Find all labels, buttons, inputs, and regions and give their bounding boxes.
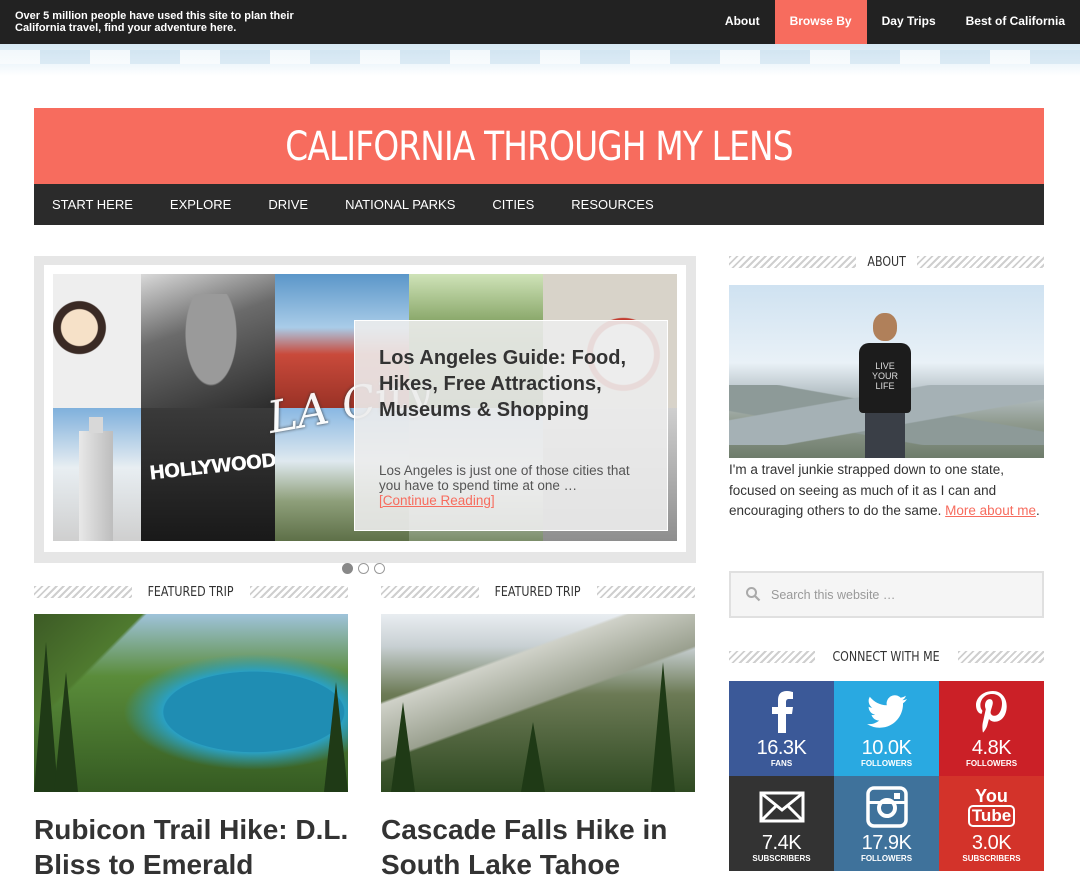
social-twitter[interactable]: 10.0K FOLLOWERS bbox=[834, 681, 939, 776]
more-about-me-link[interactable]: More about me bbox=[945, 503, 1036, 518]
mail-icon bbox=[729, 784, 834, 830]
stripe-decoration bbox=[34, 586, 133, 598]
featured-trip-title-1[interactable]: Rubicon Trail Hike: D.L. Bliss to Emeral… bbox=[34, 812, 354, 882]
slide-excerpt: Los Angeles is just one of those cities … bbox=[379, 463, 649, 508]
tree-shape bbox=[391, 702, 415, 792]
tree-shape bbox=[521, 722, 545, 792]
collage-tile-city-hall bbox=[53, 408, 141, 541]
social-email[interactable]: 7.4K SUBSCRIBERS bbox=[729, 776, 834, 871]
youtube-unit: SUBSCRIBERS bbox=[962, 854, 1021, 863]
nav-national-parks[interactable]: NATIONAL PARKS bbox=[345, 184, 455, 225]
nav-start-here[interactable]: START HERE bbox=[52, 184, 133, 225]
tree-shape bbox=[324, 682, 348, 792]
pinterest-unit: FOLLOWERS bbox=[965, 759, 1018, 768]
facebook-unit: FANS bbox=[770, 759, 793, 768]
facebook-count: 16.3K bbox=[756, 737, 807, 759]
shirt-text: LIVE YOUR LIFE bbox=[871, 361, 898, 391]
featured-trip-header-2: FEATURED TRIP bbox=[381, 583, 696, 601]
pinterest-count: 4.8K bbox=[971, 737, 1012, 759]
continue-reading-link[interactable]: [Continue Reading] bbox=[379, 493, 495, 508]
instagram-count: 17.9K bbox=[861, 832, 912, 854]
author-head bbox=[873, 313, 897, 341]
youtube-icon: You Tube bbox=[939, 784, 1044, 830]
slider-dot-3[interactable] bbox=[374, 563, 385, 574]
pinterest-icon bbox=[939, 689, 1044, 735]
about-end-punct: . bbox=[1035, 503, 1040, 518]
collage-tile-dessert bbox=[53, 274, 141, 408]
slider-dot-1[interactable] bbox=[342, 563, 353, 574]
search-input[interactable] bbox=[771, 585, 1031, 605]
top-nav-browse-by[interactable]: Browse By bbox=[774, 0, 867, 44]
nav-cities[interactable]: CITIES bbox=[492, 184, 534, 225]
connect-label: CONNECT WITH ME bbox=[832, 649, 941, 665]
author-legs bbox=[865, 413, 905, 458]
top-bar: Over 5 million people have used this sit… bbox=[0, 0, 1080, 44]
social-youtube[interactable]: You Tube 3.0K SUBSCRIBERS bbox=[939, 776, 1044, 871]
about-text: I'm a travel junkie strapped down to one… bbox=[729, 460, 1044, 522]
site-tagline: Over 5 million people have used this sit… bbox=[15, 10, 294, 34]
youtube-count: 3.0K bbox=[971, 832, 1012, 854]
facebook-icon bbox=[729, 689, 834, 735]
author-shirt: LIVE YOUR LIFE bbox=[859, 343, 911, 413]
collage-tile-statue bbox=[141, 274, 275, 408]
top-nav-about[interactable]: About bbox=[703, 0, 775, 44]
twitter-count: 10.0K bbox=[861, 737, 912, 759]
nav-drive[interactable]: DRIVE bbox=[268, 184, 308, 225]
featured-trip-label: FEATURED TRIP bbox=[148, 584, 234, 600]
social-facebook[interactable]: 16.3K FANS bbox=[729, 681, 834, 776]
featured-trip-label: FEATURED TRIP bbox=[495, 584, 581, 600]
featured-trip-header-1: FEATURED TRIP bbox=[34, 583, 349, 601]
social-grid: 16.3K FANS 10.0K FOLLOWERS 4.8K FOLLOWER… bbox=[729, 681, 1044, 871]
stripe-decoration bbox=[381, 586, 480, 598]
stripe-decoration bbox=[249, 586, 349, 598]
instagram-icon bbox=[834, 784, 939, 830]
top-nav-day-trips[interactable]: Day Trips bbox=[867, 0, 951, 44]
hollywood-sign-text: HOLLYWOOD bbox=[148, 449, 275, 485]
youtube-tube: Tube bbox=[967, 805, 1016, 827]
search-icon bbox=[746, 587, 761, 602]
stripe-decoration bbox=[596, 586, 696, 598]
featured-trip-image-rubicon[interactable] bbox=[34, 614, 348, 792]
stripe-decoration bbox=[729, 651, 816, 663]
featured-trip-image-cascade[interactable] bbox=[381, 614, 695, 792]
social-instagram[interactable]: 17.9K FOLLOWERS bbox=[834, 776, 939, 871]
connect-header: CONNECT WITH ME bbox=[729, 648, 1044, 666]
email-unit: SUBSCRIBERS bbox=[752, 854, 811, 863]
about-photo: LIVE YOUR LIFE bbox=[729, 285, 1044, 458]
slide-excerpt-text: Los Angeles is just one of those cities … bbox=[379, 463, 630, 493]
slide-caption-box: Los Angeles Guide: Food, Hikes, Free Att… bbox=[354, 320, 668, 531]
nav-explore[interactable]: EXPLORE bbox=[170, 184, 231, 225]
featured-trip-title-2[interactable]: Cascade Falls Hike in South Lake Tahoe bbox=[381, 812, 701, 882]
stripe-decoration bbox=[957, 651, 1044, 663]
twitter-unit: FOLLOWERS bbox=[860, 759, 913, 768]
statue-figure bbox=[181, 294, 241, 394]
nav-resources[interactable]: RESOURCES bbox=[571, 184, 653, 225]
header-background-image bbox=[0, 44, 1080, 76]
city-hall-building bbox=[79, 417, 113, 541]
about-header: ABOUT bbox=[729, 253, 1044, 271]
slider-dot-2[interactable] bbox=[358, 563, 369, 574]
youtube-you: You bbox=[975, 786, 1008, 806]
site-header[interactable]: CALIFORNIA THROUGH MY LENS bbox=[34, 108, 1044, 184]
social-pinterest[interactable]: 4.8K FOLLOWERS bbox=[939, 681, 1044, 776]
stripe-decoration bbox=[729, 256, 856, 268]
about-label: ABOUT bbox=[867, 254, 906, 270]
stripe-decoration bbox=[917, 256, 1044, 268]
tree-shape bbox=[651, 662, 675, 792]
slide-title[interactable]: Los Angeles Guide: Food, Hikes, Free Att… bbox=[379, 345, 649, 423]
main-nav: START HERE EXPLORE DRIVE NATIONAL PARKS … bbox=[34, 184, 1044, 225]
top-nav-best-of-california[interactable]: Best of California bbox=[951, 0, 1080, 44]
instagram-unit: FOLLOWERS bbox=[860, 854, 913, 863]
slider-pagination bbox=[342, 563, 385, 574]
search-box bbox=[729, 571, 1044, 618]
collage-tile-hollywood-sign: HOLLYWOOD bbox=[141, 408, 275, 541]
author-figure: LIVE YOUR LIFE bbox=[849, 305, 921, 458]
top-nav: About Browse By Day Trips Best of Califo… bbox=[703, 0, 1080, 44]
tree-shape bbox=[54, 672, 78, 792]
email-count: 7.4K bbox=[761, 832, 802, 854]
site-title[interactable]: CALIFORNIA THROUGH MY LENS bbox=[125, 124, 953, 170]
twitter-icon bbox=[834, 689, 939, 735]
